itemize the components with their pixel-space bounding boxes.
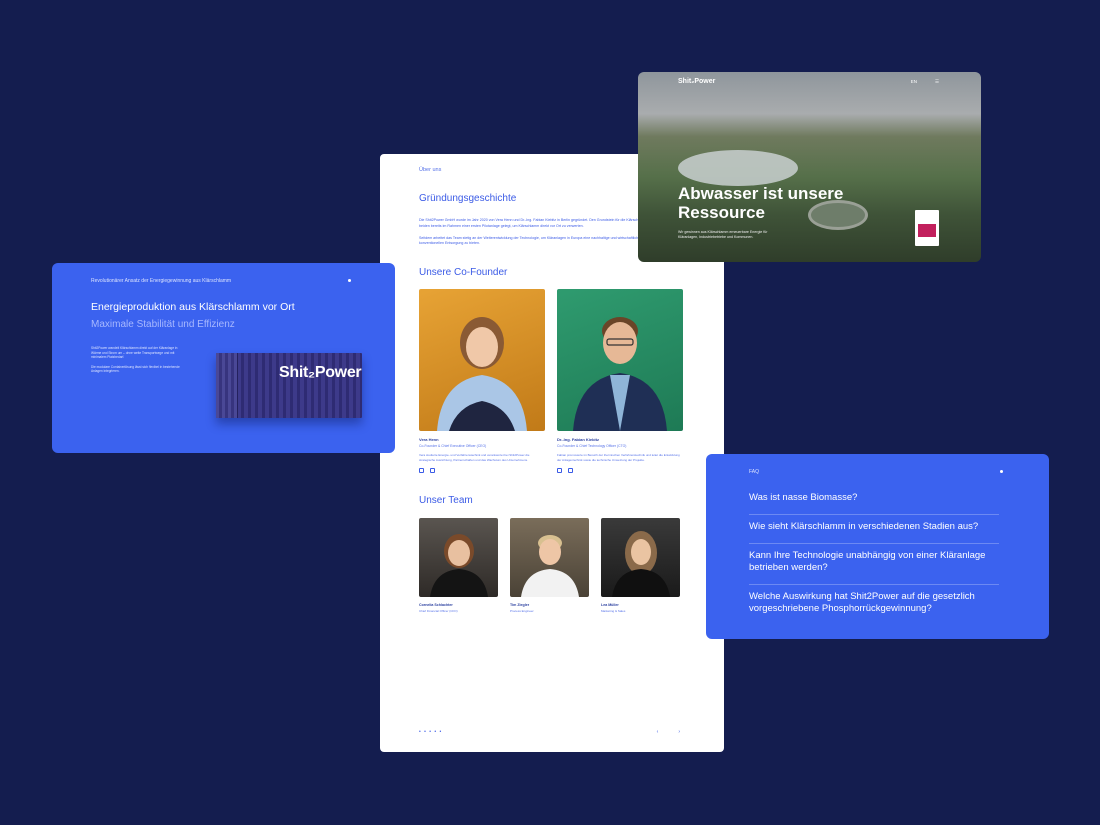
team-grid: Cornelia Schlachter Chief Financial Offi… [419, 518, 685, 613]
team-member: Lea Müller Marketing & Sales [601, 518, 680, 613]
founder-name: Dr.-Ing. Fabian Kiebitz [557, 437, 600, 443]
team-member: Tim Ziegler Process Engineer [510, 518, 589, 613]
team-member: Cornelia Schlachter Chief Financial Offi… [419, 518, 498, 613]
founder-card: Vera Henn Co-Founder & Chief Executive O… [419, 289, 545, 474]
dot-icon [1000, 470, 1003, 473]
faq-question[interactable]: Wie sieht Klärschlamm in verschiedenen S… [749, 515, 999, 544]
team-member-role: Marketing & Sales [601, 609, 626, 614]
team-member-role: Process Engineer [510, 609, 534, 614]
linkedin-icon[interactable] [557, 468, 562, 474]
founder-bio: Vera studierte Energie- und Verfahrenste… [419, 453, 530, 462]
team-photo [601, 518, 680, 598]
founder-role: Co-Founder & Chief Technology Officer (C… [557, 444, 627, 449]
hero-headline: Abwasser ist unsere Ressource [678, 184, 844, 222]
menu-icon[interactable]: ☰ [935, 79, 939, 85]
team-photo [419, 518, 498, 598]
team-member-role: Chief Financial Officer (CFO) [419, 609, 458, 614]
faq-question[interactable]: Was ist nasse Biomasse? [749, 486, 999, 515]
prev-arrow-icon[interactable]: ‹ [657, 729, 659, 735]
faq-list: Was ist nasse Biomasse? Wie sieht Klärsc… [749, 486, 999, 625]
faq-question[interactable]: Kann Ihre Technologie unabhängig von ein… [749, 544, 999, 585]
energy-card: Revolutionärer Ansatz der Energiegewinnu… [52, 263, 395, 453]
founder-name: Vera Henn [419, 437, 439, 443]
mail-icon[interactable] [568, 468, 573, 474]
hero-logo[interactable]: Shit₂Power [678, 78, 715, 85]
pagination-dots[interactable]: • • • • • [419, 729, 442, 735]
language-switch[interactable]: EN [911, 79, 917, 85]
next-arrow-icon[interactable]: › [678, 729, 680, 735]
founder-role: Co-Founder & Chief Executive Officer (CE… [419, 444, 487, 449]
team-member-name: Lea Müller [601, 603, 619, 608]
team-photo [510, 518, 589, 598]
energy-title: Energieproduktion aus Klärschlamm vor Or… [91, 301, 295, 313]
team-member-name: Tim Ziegler [510, 603, 530, 608]
award-badge-icon [915, 210, 939, 246]
team-member-name: Cornelia Schlachter [419, 603, 453, 608]
hero-card: Shit₂Power EN ☰ Abwasser ist unsere Ress… [638, 72, 981, 262]
container-doors [216, 353, 238, 418]
lake-shape [678, 150, 798, 186]
team-heading: Unser Team [419, 495, 473, 507]
faq-question[interactable]: Welche Auswirkung hat Shit2Power auf die… [749, 585, 999, 625]
energy-body-1: Shit2Power wandelt Klärschlamm direkt au… [91, 346, 178, 360]
founder-bio: Fabian promovierte im Bereich der thermi… [557, 453, 680, 462]
cofounders-heading: Unsere Co-Founder [419, 267, 508, 279]
hero-lede: Wir gewinnen aus Klärschlamm erneuerbare… [678, 230, 768, 239]
energy-body: Shit2Power wandelt Klärschlamm direkt au… [91, 346, 185, 374]
founder-photo [419, 289, 545, 432]
faq-label: FAQ [749, 469, 760, 475]
founder-photo [557, 289, 683, 432]
energy-kicker: Revolutionärer Ansatz der Energiegewinnu… [91, 278, 232, 284]
faq-card: FAQ Was ist nasse Biomasse? Wie sieht Kl… [706, 454, 1049, 639]
energy-body-2: Die modulare Containerlösung lässt sich … [91, 364, 180, 374]
dot-icon [348, 279, 351, 282]
energy-subtitle: Maximale Stabilität und Effizienz [91, 319, 235, 330]
founders-grid: Vera Henn Co-Founder & Chief Executive O… [419, 289, 685, 474]
mail-icon[interactable] [430, 468, 435, 474]
container-logo: Shit₂Power [279, 364, 362, 381]
shipping-container-image: Shit₂Power [216, 353, 362, 418]
award-badge-band [918, 224, 936, 237]
founder-card: Dr.-Ing. Fabian Kiebitz Co-Founder & Chi… [557, 289, 683, 474]
linkedin-icon[interactable] [419, 468, 424, 474]
